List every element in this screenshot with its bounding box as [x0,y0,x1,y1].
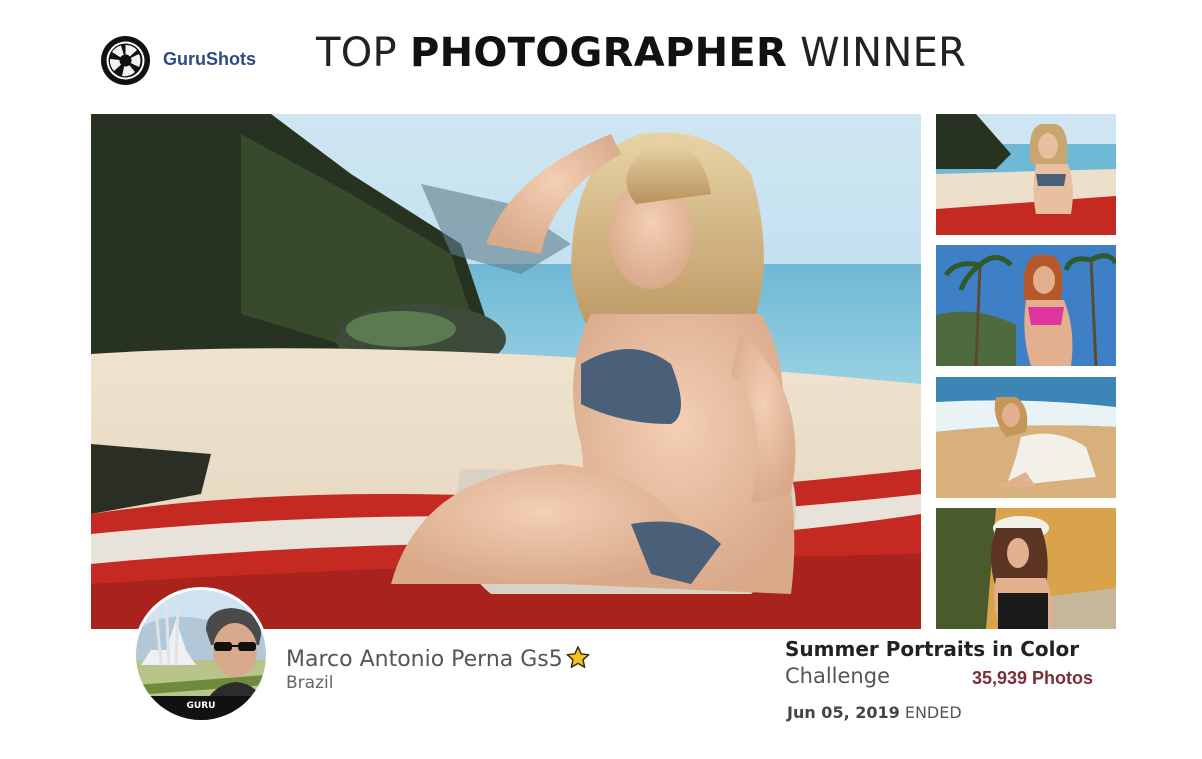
winner-avatar[interactable]: GURU [136,590,266,720]
challenge-date: Jun 05, 2019 [787,703,900,722]
challenge-label: Challenge [785,664,890,688]
gurushots-logo-icon[interactable] [100,35,151,86]
winner-name-row: Marco Antonio Perna Gs5 [286,645,591,676]
title-emphasis: PHOTOGRAPHER [409,30,788,76]
main-winning-photo[interactable] [91,114,921,629]
star-icon [565,645,591,676]
thumbnail-photo-1[interactable] [936,114,1116,235]
guru-rank-badge: GURU [136,696,266,720]
challenge-status: ENDED [904,703,962,722]
challenge-title[interactable]: Summer Portraits in Color [785,637,1079,661]
winner-name[interactable]: Marco Antonio Perna Gs5 [286,647,563,672]
title-suffix: WINNER [787,30,967,76]
thumbnail-photo-4[interactable] [936,508,1116,629]
photo-count: 35,939 Photos [972,668,1094,688]
thumbnail-photo-2[interactable] [936,245,1116,366]
challenge-date-line: Jun 05, 2019 ENDED [787,703,962,722]
page-title: TOP PHOTOGRAPHER WINNER [316,30,966,76]
winner-country: Brazil [286,673,334,693]
brand-name[interactable]: GuruShots [163,49,256,70]
thumbnail-photo-3[interactable] [936,377,1116,498]
title-prefix: TOP [316,30,410,76]
